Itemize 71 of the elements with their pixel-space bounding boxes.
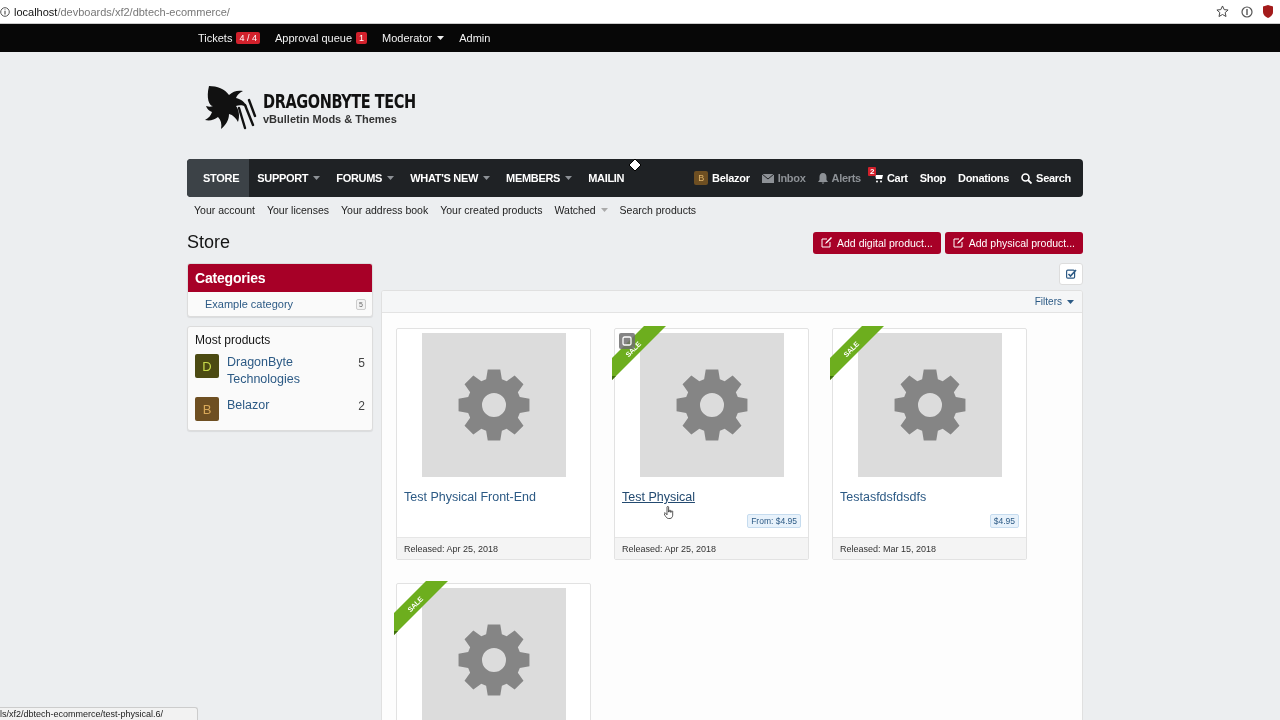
release-date: Released: Mar 15, 2018	[833, 537, 1026, 559]
nav-link[interactable]: Search	[1015, 159, 1077, 197]
search-icon	[1021, 172, 1033, 184]
address-bar-url[interactable]: localhost/devboards/xf2/dbtech-ecommerce/	[14, 5, 230, 18]
nav-tab[interactable]: STORE	[187, 159, 250, 197]
edit-icon	[952, 237, 964, 248]
product-count: 5	[358, 355, 365, 370]
site-title: DRAGONBYTE TECH	[263, 89, 416, 112]
nav-tab[interactable]: FORUMS	[328, 159, 403, 197]
user-avatar: B	[195, 397, 219, 421]
product-count: 2	[358, 398, 365, 413]
product-title-link[interactable]: Testasfdsfdsdfs	[840, 490, 927, 504]
hand-cursor-icon	[664, 506, 674, 519]
cart-icon	[872, 173, 883, 183]
panel-header: Most products	[194, 332, 272, 349]
nav-link[interactable]: 2 Cart	[866, 159, 914, 197]
user-avatar: D	[195, 354, 219, 378]
count-badge: 1	[356, 32, 368, 44]
user-link[interactable]: Belazor	[227, 397, 351, 414]
staff-link[interactable]: Moderator	[382, 32, 445, 44]
sub-nav-link[interactable]: Watched	[554, 203, 608, 216]
select-mode-button[interactable]	[1059, 263, 1083, 285]
nav-link[interactable]: Inbox	[755, 159, 812, 197]
cursor-icon	[629, 159, 642, 171]
price-badge: From: $4.95	[747, 514, 801, 528]
product-title-link[interactable]: Test Physical	[622, 490, 695, 504]
staff-link[interactable]: Admin	[459, 32, 491, 44]
product-title-link[interactable]: Test Physical Front-End	[404, 490, 536, 504]
release-date: Released: Apr 25, 2018	[397, 537, 590, 559]
status-url: ls/xf2/dbtech-ecommerce/test-physical.6/	[0, 709, 164, 719]
sub-nav-link[interactable]: Your address book	[341, 203, 429, 216]
gear-icon	[674, 368, 749, 442]
info-icon[interactable]	[1241, 5, 1253, 18]
gear-icon	[892, 368, 967, 442]
nav-link[interactable]: Donations	[952, 159, 1016, 197]
star-icon[interactable]	[1216, 5, 1229, 18]
release-date: Released: Apr 25, 2018	[615, 537, 808, 559]
nav-tab[interactable]: SUPPORT	[249, 159, 329, 197]
count-badge: 4 / 4	[236, 32, 260, 44]
shield-icon[interactable]	[1262, 5, 1274, 18]
nav-link[interactable]: Alerts	[811, 159, 867, 197]
add-product-button[interactable]: Add digital product...	[813, 231, 941, 254]
staff-link[interactable]: Tickets 4 / 4	[198, 32, 260, 44]
caret-icon	[1067, 299, 1074, 304]
product-card[interactable]: Test Physical Front-End Released: Apr 25, 2018	[396, 328, 591, 560]
panel-header: Categories	[188, 264, 372, 292]
nav-tab[interactable]: WHAT'S NEW	[402, 159, 498, 197]
info-icon[interactable]	[0, 6, 10, 17]
edit-icon	[821, 237, 833, 248]
price-badge: $4.95	[989, 514, 1019, 528]
gear-icon	[456, 623, 531, 697]
sub-nav-link[interactable]: Search products	[619, 203, 697, 216]
checkbox-icon	[1065, 269, 1077, 279]
nav-link[interactable]: Shop	[913, 159, 953, 197]
filters-menu[interactable]: Filters	[1034, 296, 1074, 307]
user-link[interactable]: DragonByte Technologies	[227, 354, 351, 388]
sub-nav-link[interactable]: Your created products	[440, 203, 543, 216]
nav-link[interactable]: B Belazor	[688, 159, 756, 197]
staff-link[interactable]: Approval queue 1	[274, 32, 368, 44]
user-avatar: B	[694, 171, 709, 185]
count-badge: 2	[867, 167, 877, 176]
site-tagline: vBulletin Mods & Themes	[263, 112, 398, 125]
nav-tab[interactable]: MAILIN	[580, 159, 633, 197]
gear-icon	[456, 368, 531, 442]
page-title: Store	[187, 232, 232, 253]
sub-nav-link[interactable]: Your licenses	[266, 203, 329, 216]
envelope-icon	[761, 173, 774, 183]
nav-tab[interactable]: MEMBERS	[498, 159, 581, 197]
bell-icon	[817, 172, 828, 184]
sub-nav-link[interactable]: Your account	[194, 203, 255, 216]
add-product-button[interactable]: Add physical product...	[944, 231, 1083, 254]
